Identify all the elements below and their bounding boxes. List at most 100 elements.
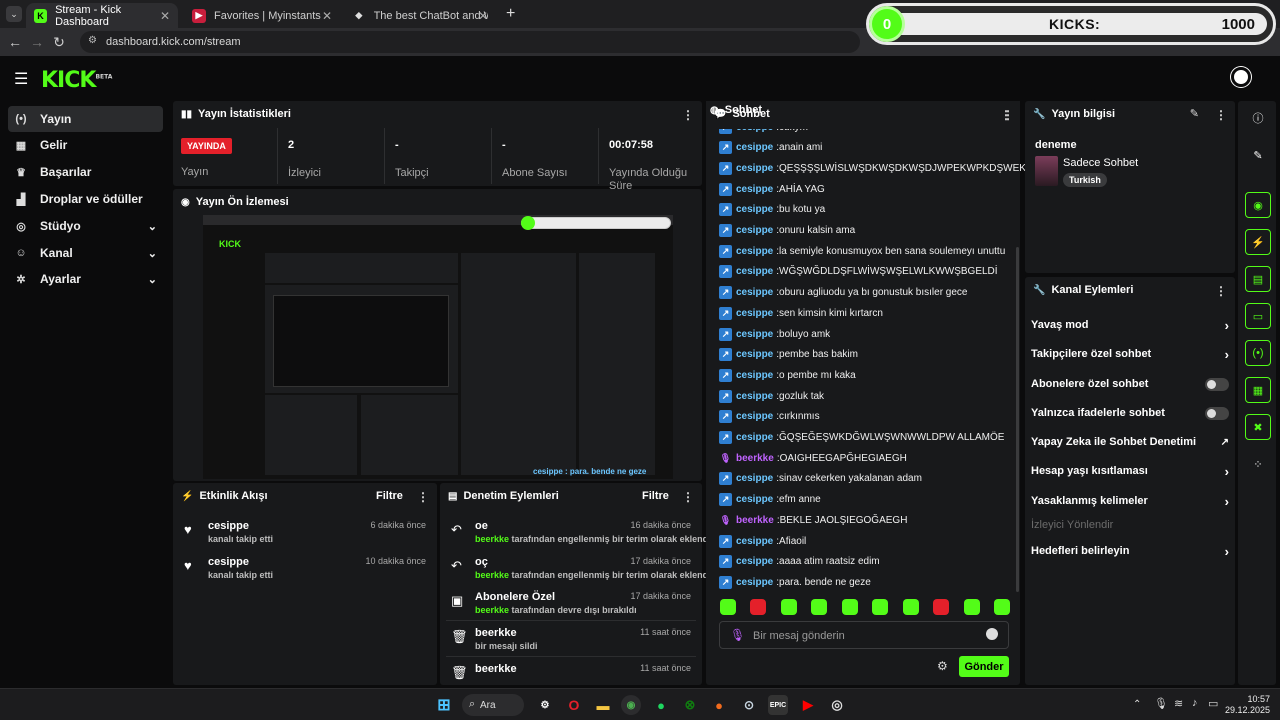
chat-username[interactable]: cesippe bbox=[736, 370, 773, 381]
emote-7-icon[interactable] bbox=[902, 599, 919, 615]
sidebar-item-ayarlar[interactable]: ✲ Ayarlar ⌄ bbox=[8, 266, 163, 292]
activity-filter-button[interactable]: Filtre bbox=[376, 490, 403, 502]
emote-6-icon[interactable] bbox=[872, 599, 889, 615]
sidebar-item-gelir[interactable]: ▦ Gelir bbox=[8, 132, 163, 158]
emoji-picker-icon[interactable] bbox=[986, 628, 998, 640]
more-options-icon[interactable]: ⋮ bbox=[682, 108, 694, 122]
spotify-icon[interactable]: ● bbox=[651, 695, 671, 715]
more-options-icon[interactable]: ⋮ bbox=[1000, 108, 1012, 122]
sidebar-item-studyo[interactable]: ◎ Stüdyo ⌄ bbox=[8, 213, 163, 239]
tray-chevron-up-icon[interactable]: ⌃ bbox=[1133, 699, 1141, 710]
battery-icon[interactable]: ▭ bbox=[1208, 697, 1218, 710]
info-icon[interactable]: ⓘ bbox=[1245, 105, 1271, 131]
channel-action-slow-mode[interactable]: Yavaş mod › bbox=[1031, 316, 1229, 334]
chat-username[interactable]: cesippe bbox=[736, 391, 773, 402]
opera-icon[interactable]: O bbox=[564, 695, 584, 715]
chat-username[interactable]: cesippe bbox=[736, 142, 773, 153]
chat-username[interactable]: cesippe bbox=[736, 349, 773, 360]
sidebar-item-kanal[interactable]: ☺ Kanal ⌄ bbox=[8, 240, 163, 266]
reload-icon[interactable]: ↻ bbox=[48, 34, 70, 51]
more-options-icon[interactable]: ⋮ bbox=[1215, 108, 1227, 122]
more-options-icon[interactable]: ⋮ bbox=[417, 490, 429, 504]
user-avatar[interactable] bbox=[1231, 67, 1251, 87]
epic-games-icon[interactable]: EPIC bbox=[768, 695, 788, 715]
chat-username[interactable]: cesippe bbox=[736, 225, 773, 236]
chat-username[interactable]: cesippe bbox=[736, 287, 773, 298]
lightning-icon[interactable]: ⚡ bbox=[1245, 229, 1271, 255]
chat-input[interactable]: 🎙 Bir mesaj gönderin bbox=[719, 621, 1009, 649]
tab-kick-dashboard[interactable]: K Stream - Kick Dashboard ✕ bbox=[26, 3, 178, 28]
new-tab-button[interactable]: + bbox=[506, 5, 515, 23]
close-tab-icon[interactable]: ✕ bbox=[322, 9, 332, 23]
channel-action-account-age[interactable]: Hesap yaşı kısıtlaması › bbox=[1031, 462, 1229, 480]
taskbar-search[interactable]: ⌕ Ara bbox=[462, 694, 524, 716]
emote-2-icon[interactable] bbox=[750, 599, 767, 615]
chat-username[interactable]: cesippe bbox=[736, 536, 773, 547]
wrench-icon[interactable]: ✖ bbox=[1245, 414, 1271, 440]
address-bar[interactable]: ⚙ dashboard.kick.com/stream bbox=[80, 31, 860, 53]
chat-username[interactable]: cesippe bbox=[736, 246, 773, 257]
category-thumbnail[interactable] bbox=[1035, 156, 1058, 186]
xbox-icon[interactable]: ⊗ bbox=[680, 695, 700, 715]
chat-username[interactable]: cesippe bbox=[736, 411, 773, 422]
stream-preview-video[interactable]: KICK cesippe : para. bende ne geze bbox=[203, 215, 673, 479]
more-options-icon[interactable]: ⋮ bbox=[682, 490, 694, 504]
chat-username[interactable]: cesippe bbox=[736, 577, 773, 588]
channel-action-ai-moderation[interactable]: Yapay Zeka ile Sohbet Denetimi ↗ bbox=[1031, 433, 1229, 451]
tab-list-button[interactable]: ⌄ bbox=[6, 6, 22, 22]
emote-4-icon[interactable] bbox=[811, 599, 828, 615]
chat-username[interactable]: cesippe bbox=[736, 494, 773, 505]
app-icon-1[interactable]: ⚙ bbox=[535, 695, 555, 715]
emote-5-icon[interactable] bbox=[841, 599, 858, 615]
chat-username[interactable]: cesippe bbox=[736, 308, 773, 319]
chat-scrollbar[interactable] bbox=[1016, 247, 1019, 592]
moderation-filter-button[interactable]: Filtre bbox=[642, 490, 669, 502]
obs-icon[interactable]: ◎ bbox=[827, 695, 847, 715]
channel-action-goals[interactable]: Hedefleri belirleyin › bbox=[1031, 542, 1229, 560]
emotes-only-toggle[interactable] bbox=[1205, 406, 1229, 420]
chat-username[interactable]: cesippe bbox=[736, 204, 773, 215]
chat-username[interactable]: cesippe bbox=[736, 329, 773, 340]
back-icon[interactable]: ← bbox=[4, 34, 26, 50]
taskbar-clock[interactable]: 10:57 29.12.2025 bbox=[1222, 694, 1270, 716]
emote-8-icon[interactable] bbox=[933, 599, 950, 615]
steam-icon[interactable]: ⊙ bbox=[739, 695, 759, 715]
tab-myinstants[interactable]: ▶ Favorites | Myinstants ✕ bbox=[184, 3, 340, 28]
send-button[interactable]: Gönder bbox=[959, 656, 1009, 677]
add-widget-icon[interactable]: ⁘ bbox=[1245, 451, 1271, 477]
wifi-icon[interactable]: ≋ bbox=[1174, 697, 1183, 710]
edit-pencil-icon[interactable]: ✎ bbox=[1190, 107, 1199, 120]
emote-3-icon[interactable] bbox=[780, 599, 797, 615]
chat-username[interactable]: cesippe bbox=[736, 432, 773, 443]
file-explorer-icon[interactable]: ▬ bbox=[593, 695, 613, 715]
chat-username[interactable]: beerkke bbox=[736, 515, 774, 526]
chrome-icon[interactable]: ◉ bbox=[621, 695, 641, 715]
chat-username[interactable]: cesippe bbox=[736, 184, 773, 195]
chat-username[interactable]: beerkke bbox=[736, 453, 774, 464]
sidebar-item-yayin[interactable]: (•) Yayın bbox=[8, 106, 163, 132]
kick-logo[interactable]: KICKBETA bbox=[41, 68, 112, 93]
volume-icon[interactable]: ♪ bbox=[1192, 697, 1198, 709]
game-icon[interactable]: ● bbox=[709, 695, 729, 715]
chat-settings-icon[interactable]: ⚙ bbox=[937, 659, 951, 673]
emote-10-icon[interactable] bbox=[993, 599, 1010, 615]
youtube-icon[interactable]: ▶ bbox=[798, 695, 818, 715]
site-info-icon[interactable]: ⚙ bbox=[88, 35, 97, 46]
emote-1-icon[interactable] bbox=[720, 599, 736, 615]
microphone-icon[interactable]: 🎙 bbox=[1154, 697, 1168, 710]
windows-start-icon[interactable]: ⊞ bbox=[434, 695, 454, 715]
close-tab-icon[interactable]: ✕ bbox=[160, 9, 170, 23]
chat-username[interactable]: cesippe bbox=[736, 163, 773, 174]
emote-9-icon[interactable] bbox=[963, 599, 980, 615]
hamburger-menu-icon[interactable]: ☰ bbox=[14, 69, 28, 89]
sidebar-item-droplar[interactable]: ▟ Droplar ve ödüller bbox=[8, 186, 163, 212]
subscribers-only-toggle[interactable] bbox=[1205, 377, 1229, 391]
chat-username[interactable]: cesippe bbox=[736, 556, 773, 567]
channel-action-followers-only[interactable]: Takipçilere özel sohbet › bbox=[1031, 345, 1229, 363]
broadcast-icon[interactable]: (•) bbox=[1245, 340, 1271, 366]
channel-action-banned-words[interactable]: Yasaklanmış kelimeler › bbox=[1031, 492, 1229, 510]
close-tab-icon[interactable]: ✕ bbox=[478, 9, 488, 23]
stream-category[interactable]: Sadece Sohbet bbox=[1063, 157, 1138, 169]
chat-username[interactable]: cesippe bbox=[736, 473, 773, 484]
stats-icon[interactable]: ▦ bbox=[1245, 377, 1271, 403]
